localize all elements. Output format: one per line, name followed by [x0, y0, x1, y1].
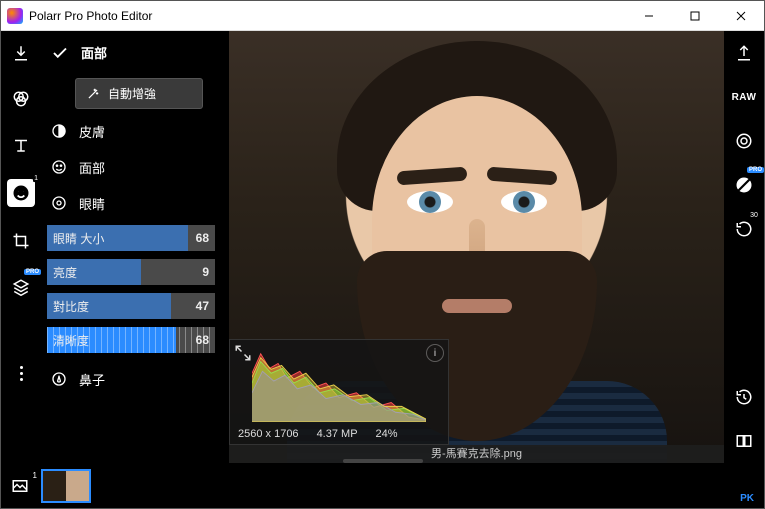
image-dimensions: 2560 x 1706 [238, 428, 299, 440]
filename-bar: 男-馬賽克去除.png [229, 445, 724, 463]
target-icon[interactable] [732, 129, 756, 153]
filmstrip: 1 PK [1, 463, 764, 508]
import-icon[interactable] [9, 41, 33, 65]
history-icon[interactable] [732, 385, 756, 409]
thumbnail[interactable] [41, 469, 91, 503]
expand-icon[interactable] [234, 344, 252, 362]
window-buttons [626, 1, 764, 30]
contrast-icon [49, 121, 69, 141]
zoom-level: 24% [376, 428, 398, 440]
panel-title: 面部 [81, 43, 107, 62]
group-nose-label: 鼻子 [79, 370, 105, 389]
text-tool-icon[interactable] [9, 133, 33, 157]
right-toolbar: RAW PRO 30 [724, 31, 764, 463]
slider-contrast[interactable]: 對比度 47 [47, 293, 215, 319]
compare-icon[interactable] [732, 429, 756, 453]
workspace: 1 PRO 面部 [1, 31, 764, 463]
slider-clarity-label: 清晰度 [47, 332, 89, 349]
slider-brightness[interactable]: 亮度 9 [47, 259, 215, 285]
slider-contrast-label: 對比度 [47, 298, 89, 315]
group-face[interactable]: 面部 [47, 153, 215, 181]
color-adjust-icon[interactable] [9, 87, 33, 111]
auto-enhance-button[interactable]: 自動增強 [75, 78, 203, 109]
watermark: PK [740, 493, 754, 504]
crop-tool-icon[interactable] [9, 229, 33, 253]
slider-brightness-value: 9 [202, 265, 209, 279]
eye-icon [49, 193, 69, 213]
window-title: Polarr Pro Photo Editor [29, 9, 626, 23]
export-icon[interactable] [732, 41, 756, 65]
rotate-degree: 30 [750, 212, 758, 219]
slider-eye-size-label: 眼睛 大小 [47, 230, 104, 247]
app-window: Polarr Pro Photo Editor [0, 0, 765, 509]
panel-header: 面部 [47, 39, 215, 70]
auto-enhance-label: 自動增強 [108, 85, 156, 102]
group-eyes[interactable]: 眼睛 [47, 189, 215, 217]
slider-eye-size[interactable]: 眼睛 大小 68 [47, 225, 215, 251]
gallery-icon[interactable]: 1 [9, 475, 31, 497]
group-nose[interactable]: 鼻子 [47, 365, 215, 393]
maximize-button[interactable] [672, 1, 718, 30]
histogram-graph [252, 344, 426, 422]
image-megapixels: 4.37 MP [317, 428, 358, 440]
close-button[interactable] [718, 1, 764, 30]
pro-badge: PRO [747, 167, 764, 173]
minimize-button[interactable] [626, 1, 672, 30]
slider-clarity-value: 68 [196, 333, 209, 347]
nose-icon [49, 369, 69, 389]
wand-icon [86, 87, 100, 101]
slider-brightness-label: 亮度 [47, 264, 77, 281]
group-skin-label: 皮膚 [79, 122, 105, 141]
layers-icon[interactable]: PRO [9, 275, 33, 299]
canvas[interactable]: i 2560 x 1706 4.37 MP 24% 男-馬賽克去除.png [221, 31, 724, 463]
pro-badge: PRO [24, 269, 41, 275]
face-count-badge: 1 [33, 175, 39, 182]
histogram-meta: 2560 x 1706 4.37 MP 24% [230, 426, 448, 444]
histogram-panel[interactable]: i 2560 x 1706 4.37 MP 24% [229, 339, 449, 445]
slider-eye-size-value: 68 [196, 231, 209, 245]
group-skin[interactable]: 皮膚 [47, 117, 215, 145]
slider-clarity[interactable]: 清晰度 68 [47, 327, 215, 353]
slider-contrast-value: 47 [196, 299, 209, 313]
face-outline-icon [49, 157, 69, 177]
app-body: 1 PRO 面部 [1, 31, 764, 508]
info-icon[interactable]: i [426, 344, 444, 362]
gallery-count: 1 [33, 471, 37, 480]
options-panel: 面部 自動增強 皮膚 面部 [41, 31, 221, 463]
raw-button[interactable]: RAW [732, 85, 756, 109]
check-icon[interactable] [51, 44, 69, 62]
group-eyes-label: 眼睛 [79, 194, 105, 213]
denoise-icon[interactable]: PRO [732, 173, 756, 197]
titlebar: Polarr Pro Photo Editor [1, 1, 764, 31]
face-retouch-icon[interactable]: 1 [7, 179, 35, 207]
rotate-icon[interactable]: 30 [732, 217, 756, 241]
app-icon [7, 8, 23, 24]
scroll-indicator[interactable] [343, 459, 423, 463]
group-face-label: 面部 [79, 158, 105, 177]
more-menu-icon[interactable] [9, 361, 33, 385]
left-toolbar: 1 PRO [1, 31, 41, 463]
